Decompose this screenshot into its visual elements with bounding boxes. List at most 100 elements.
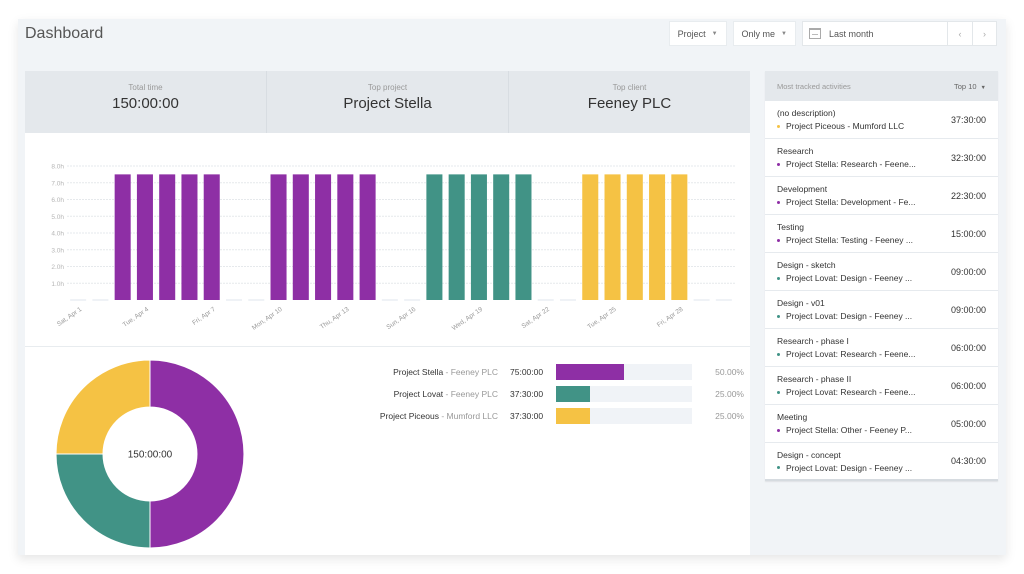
project-breakdown: 150:00:00 Project Stella - Feeney PLC 75:… [25,347,750,555]
group-by-label: Project [677,28,706,39]
activity-item[interactable]: Research - phase I Project Lovat: Researc… [765,329,998,367]
activity-item[interactable]: Research Project Stella: Research - Feene… [765,139,998,177]
activity-project: Project Stella: Other - Feeney P... [777,425,912,435]
activity-text: Research - phase I Project Lovat: Researc… [777,336,915,359]
activity-title: Development [777,184,828,194]
activity-item[interactable]: Meeting Project Stella: Other - Feeney P.… [765,405,998,443]
activity-duration: 05:00:00 [950,418,986,429]
activities-header: Most tracked activities Top 10 ▼ [765,71,998,101]
activity-project: Project Stella: Research - Feene... [777,159,916,169]
bar[interactable] [203,174,220,300]
bar[interactable] [604,174,621,300]
bar[interactable] [292,174,309,300]
x-tick-label: Sat, Apr 1 [56,306,84,328]
y-tick-label: 4.0h [51,231,64,238]
user-scope-label: Only me [741,28,776,39]
activity-project: Project Lovat: Design - Feeney ... [777,463,912,473]
project-name: Project Stella - Feeney PLC [325,367,498,377]
project-color-dot-icon [777,314,780,318]
activity-project-label: Project Stella: Research - Feene... [786,159,916,169]
activity-project-label: Project Stella: Development - Fe... [786,197,916,207]
activity-duration: 06:00:00 [950,342,986,353]
activity-text: Meeting Project Stella: Other - Feeney P.… [777,412,912,435]
bar[interactable] [448,174,465,300]
project-progress-fill [556,364,624,380]
bar[interactable] [671,174,688,300]
filter-bar: Project ▼ Only me ▼ Last month ‹ › [668,21,997,46]
bar[interactable] [493,174,510,300]
x-tick-label: Thu, Apr 13 [319,306,351,331]
x-tick-label: Fri, Apr 7 [191,306,217,327]
bar[interactable] [337,174,354,300]
project-list: Project Stella - Feeney PLC 75:00:00 50.00… [325,361,744,427]
y-tick-label: 7.0h [51,180,64,187]
donut-slice-lovat[interactable] [55,453,151,549]
next-period-button[interactable]: › [972,22,996,45]
y-tick-label: 5.0h [51,214,64,221]
activity-project: Project Piceous - Mumford LLC [777,121,904,131]
project-title: Project Lovat [393,389,444,399]
daily-bar-chart: 1.0h 2.0h 3.0h 4.0h 5.0h 6.0h 7.0h 8.0h Sat, Apr… [25,133,750,347]
activity-project-label: Project Lovat: Research - Feene... [786,349,916,359]
x-tick-label: Tue, Apr 4 [122,306,151,329]
top-count-dropdown[interactable]: Top 10 ▼ [954,82,986,91]
activity-item[interactable]: Design - concept Project Lovat: Design - … [765,443,998,481]
activity-text: Design - v01 Project Lovat: Design - Feen… [777,298,912,321]
caret-down-icon: ▼ [980,84,986,91]
project-progress-fill [556,408,590,424]
previous-period-button[interactable]: ‹ [948,22,972,45]
project-percent: 50.00% [715,367,744,377]
activity-title: Research - phase II [777,374,852,384]
activity-title: Research [777,146,814,156]
activity-item[interactable]: Research - phase II Project Lovat: Resear… [765,367,998,405]
y-tick-label: 1.0h [51,281,64,288]
project-color-dot-icon [777,200,780,204]
bar[interactable] [315,174,332,300]
activity-project: Project Stella: Development - Fe... [777,197,915,207]
activity-project-label: Project Lovat: Design - Feeney ... [786,462,913,473]
project-client: - Feeney PLC [443,367,498,377]
group-by-dropdown[interactable]: Project ▼ [668,21,727,46]
bar[interactable] [470,174,487,300]
date-range-label: Last month [829,28,874,39]
top-client-label: Top client [612,83,647,92]
project-name: Project Piceous - Mumford LLC [325,411,498,421]
user-scope-dropdown[interactable]: Only me ▼ [732,21,796,46]
bar[interactable] [359,174,376,300]
project-progress-track [556,364,692,380]
activity-title: (no description) [777,108,836,118]
activity-text: Testing Project Stella: Testing - Feeney … [777,222,913,245]
bar[interactable] [114,174,131,300]
project-row: Project Stella - Feeney PLC 75:00:00 50.00… [325,361,744,383]
activity-text: Research - phase II Project Lovat: Resear… [777,374,915,397]
activity-item[interactable]: Testing Project Stella: Testing - Feeney … [765,215,998,253]
activity-duration: 37:30:00 [950,114,986,125]
activity-item[interactable]: Development Project Stella: Development -… [765,177,998,215]
project-row: Project Lovat - Feeney PLC 37:30:00 25.00% [325,383,744,405]
total-time-summary: Total time 150:00:00 [25,71,267,133]
donut-slice-piceous[interactable] [55,359,151,455]
chevron-right-icon: › [983,28,986,39]
activity-item[interactable]: (no description) Project Piceous - Mumfor… [765,101,998,139]
top-project-value: Project Stella [343,95,432,112]
activity-title: Testing [777,222,804,232]
activity-project: Project Lovat: Design - Feeney ... [777,311,912,321]
bar[interactable] [626,174,643,300]
project-title: Project Piceous [379,411,439,421]
bar[interactable] [515,174,532,300]
bar[interactable] [159,174,176,300]
activity-item[interactable]: Design - sketch Project Lovat: Design - F… [765,253,998,291]
activity-title: Design - v01 [777,298,825,308]
activity-item[interactable]: Design - v01 Project Lovat: Design - Feen… [765,291,998,329]
bar[interactable] [426,174,443,300]
activity-text: Design - concept Project Lovat: Design - … [777,450,912,473]
bar[interactable] [136,174,153,300]
bar[interactable] [582,174,599,300]
bar[interactable] [649,174,666,300]
bar[interactable] [270,174,287,300]
date-range-field[interactable]: Last month [803,22,948,45]
bar[interactable] [181,174,198,300]
project-percent: 25.00% [715,411,744,421]
project-color-dot-icon [777,428,780,432]
caret-down-icon: ▼ [711,30,718,37]
